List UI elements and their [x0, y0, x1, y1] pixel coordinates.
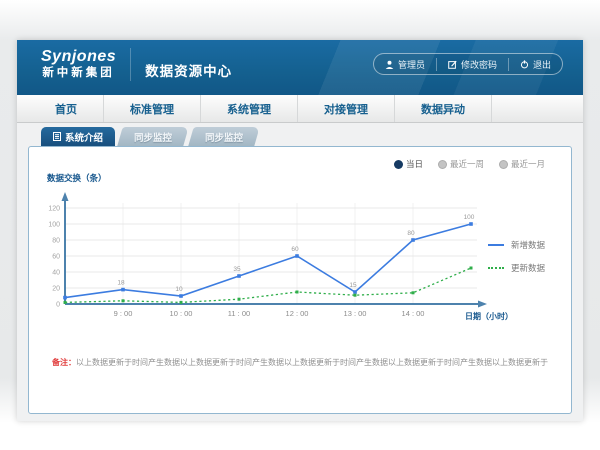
time-range-selector: 当日 最近一周 最近一月	[395, 158, 545, 170]
legend-item-new-data: 新增数据	[488, 239, 545, 251]
logo-text-en: Synjones	[41, 48, 116, 66]
chart-panel: 当日 最近一周 最近一月 数据交换（条） 0 20 40 60 80 100 120 9 : …	[28, 146, 572, 414]
svg-text:13 : 00: 13 : 00	[344, 309, 367, 318]
desktop-background: Synjones 新中新集团 数据资源中心 管理员 修改密码	[0, 0, 600, 450]
change-password-button[interactable]: 修改密码	[436, 58, 508, 71]
dotted-line-swatch	[488, 267, 504, 269]
radio-selected-icon	[395, 161, 402, 168]
svg-text:100: 100	[464, 214, 475, 221]
svg-text:120: 120	[48, 206, 60, 213]
svg-text:60: 60	[291, 246, 299, 253]
user-toolbar: 管理员 修改密码 退出	[373, 53, 563, 75]
range-option-today[interactable]: 当日	[395, 158, 423, 170]
tab-label: 系统介绍	[65, 130, 103, 144]
y-axis-title: 数据交换（条）	[47, 172, 107, 184]
footnote-label: 备注：	[52, 358, 76, 367]
svg-text:80: 80	[407, 230, 415, 237]
content-area: 系统介绍 同步监控 同步监控 当日	[17, 123, 583, 414]
nav-item-home[interactable]: 首页	[29, 95, 104, 122]
svg-text:10: 10	[175, 286, 183, 293]
user-icon	[385, 60, 394, 69]
svg-text:11 : 00: 11 : 00	[228, 309, 250, 318]
footnote-text: 以上数据更新于时间产生数据以上数据更新于时间产生数据以上数据更新于时间产生数据以…	[76, 358, 548, 367]
range-label: 当日	[406, 158, 423, 170]
tab-sync-monitor-2[interactable]: 同步监控	[191, 127, 257, 146]
change-password-label: 修改密码	[461, 58, 497, 71]
radio-unselected-icon	[500, 161, 507, 168]
current-user-button[interactable]: 管理员	[374, 58, 436, 71]
svg-text:12 : 00: 12 : 00	[286, 309, 309, 318]
range-label: 最近一月	[511, 158, 545, 170]
svg-text:20: 20	[52, 286, 60, 293]
range-label: 最近一周	[450, 158, 484, 170]
svg-text:15: 15	[349, 282, 357, 289]
svg-text:35: 35	[233, 266, 241, 273]
main-nav: 首页 标准管理 系统管理 对接管理 数据异动	[17, 95, 583, 123]
power-icon	[520, 60, 529, 69]
svg-text:10 : 00: 10 : 00	[170, 309, 193, 318]
tab-bar: 系统介绍 同步监控 同步监控	[41, 127, 572, 146]
tab-label: 同步监控	[134, 130, 172, 144]
svg-text:80: 80	[52, 238, 60, 245]
svg-text:14 : 00: 14 : 00	[402, 309, 425, 318]
company-logo: Synjones 新中新集团	[41, 48, 131, 81]
logo-text-cn: 新中新集团	[41, 66, 116, 81]
svg-text:0: 0	[56, 302, 60, 309]
logout-button[interactable]: 退出	[508, 58, 562, 71]
edit-icon	[448, 60, 457, 69]
solid-line-swatch	[488, 244, 504, 246]
nav-item-data-change[interactable]: 数据异动	[395, 95, 492, 122]
svg-text:40: 40	[52, 270, 60, 277]
chart-canvas: 0 20 40 60 80 100 120 9 : 00 10 : 00 11 : 00 12 : …	[41, 187, 521, 327]
app-header: Synjones 新中新集团 数据资源中心 管理员 修改密码	[17, 40, 583, 95]
nav-item-standard-mgmt[interactable]: 标准管理	[104, 95, 201, 122]
legend-label: 新增数据	[511, 239, 545, 251]
logout-label: 退出	[533, 58, 551, 71]
document-icon	[53, 132, 61, 141]
range-option-last-week[interactable]: 最近一周	[439, 158, 484, 170]
legend-label: 更新数据	[511, 262, 545, 274]
tab-label: 同步监控	[205, 130, 243, 144]
tab-system-intro[interactable]: 系统介绍	[41, 127, 115, 146]
footnote: 备注：以上数据更新于时间产生数据以上数据更新于时间产生数据以上数据更新于时间产生…	[29, 357, 571, 368]
current-user-label: 管理员	[398, 58, 425, 71]
radio-unselected-icon	[439, 161, 446, 168]
svg-text:日期（小时）: 日期（小时）	[465, 311, 513, 321]
svg-text:60: 60	[52, 254, 60, 261]
svg-text:100: 100	[48, 222, 60, 229]
chart-legend: 新增数据 更新数据	[488, 239, 545, 274]
nav-item-system-mgmt[interactable]: 系统管理	[201, 95, 298, 122]
svg-text:9 : 00: 9 : 00	[114, 309, 133, 318]
tab-sync-monitor-1[interactable]: 同步监控	[120, 127, 186, 146]
range-option-last-month[interactable]: 最近一月	[500, 158, 545, 170]
line-chart: 0 20 40 60 80 100 120 9 : 00 10 : 00 11 : 00 12 : …	[41, 187, 521, 327]
page-title: 数据资源中心	[145, 50, 232, 80]
nav-item-interface-mgmt[interactable]: 对接管理	[298, 95, 395, 122]
app-window: Synjones 新中新集团 数据资源中心 管理员 修改密码	[17, 40, 583, 421]
legend-item-updated-data: 更新数据	[488, 262, 545, 274]
svg-text:18: 18	[117, 280, 125, 287]
